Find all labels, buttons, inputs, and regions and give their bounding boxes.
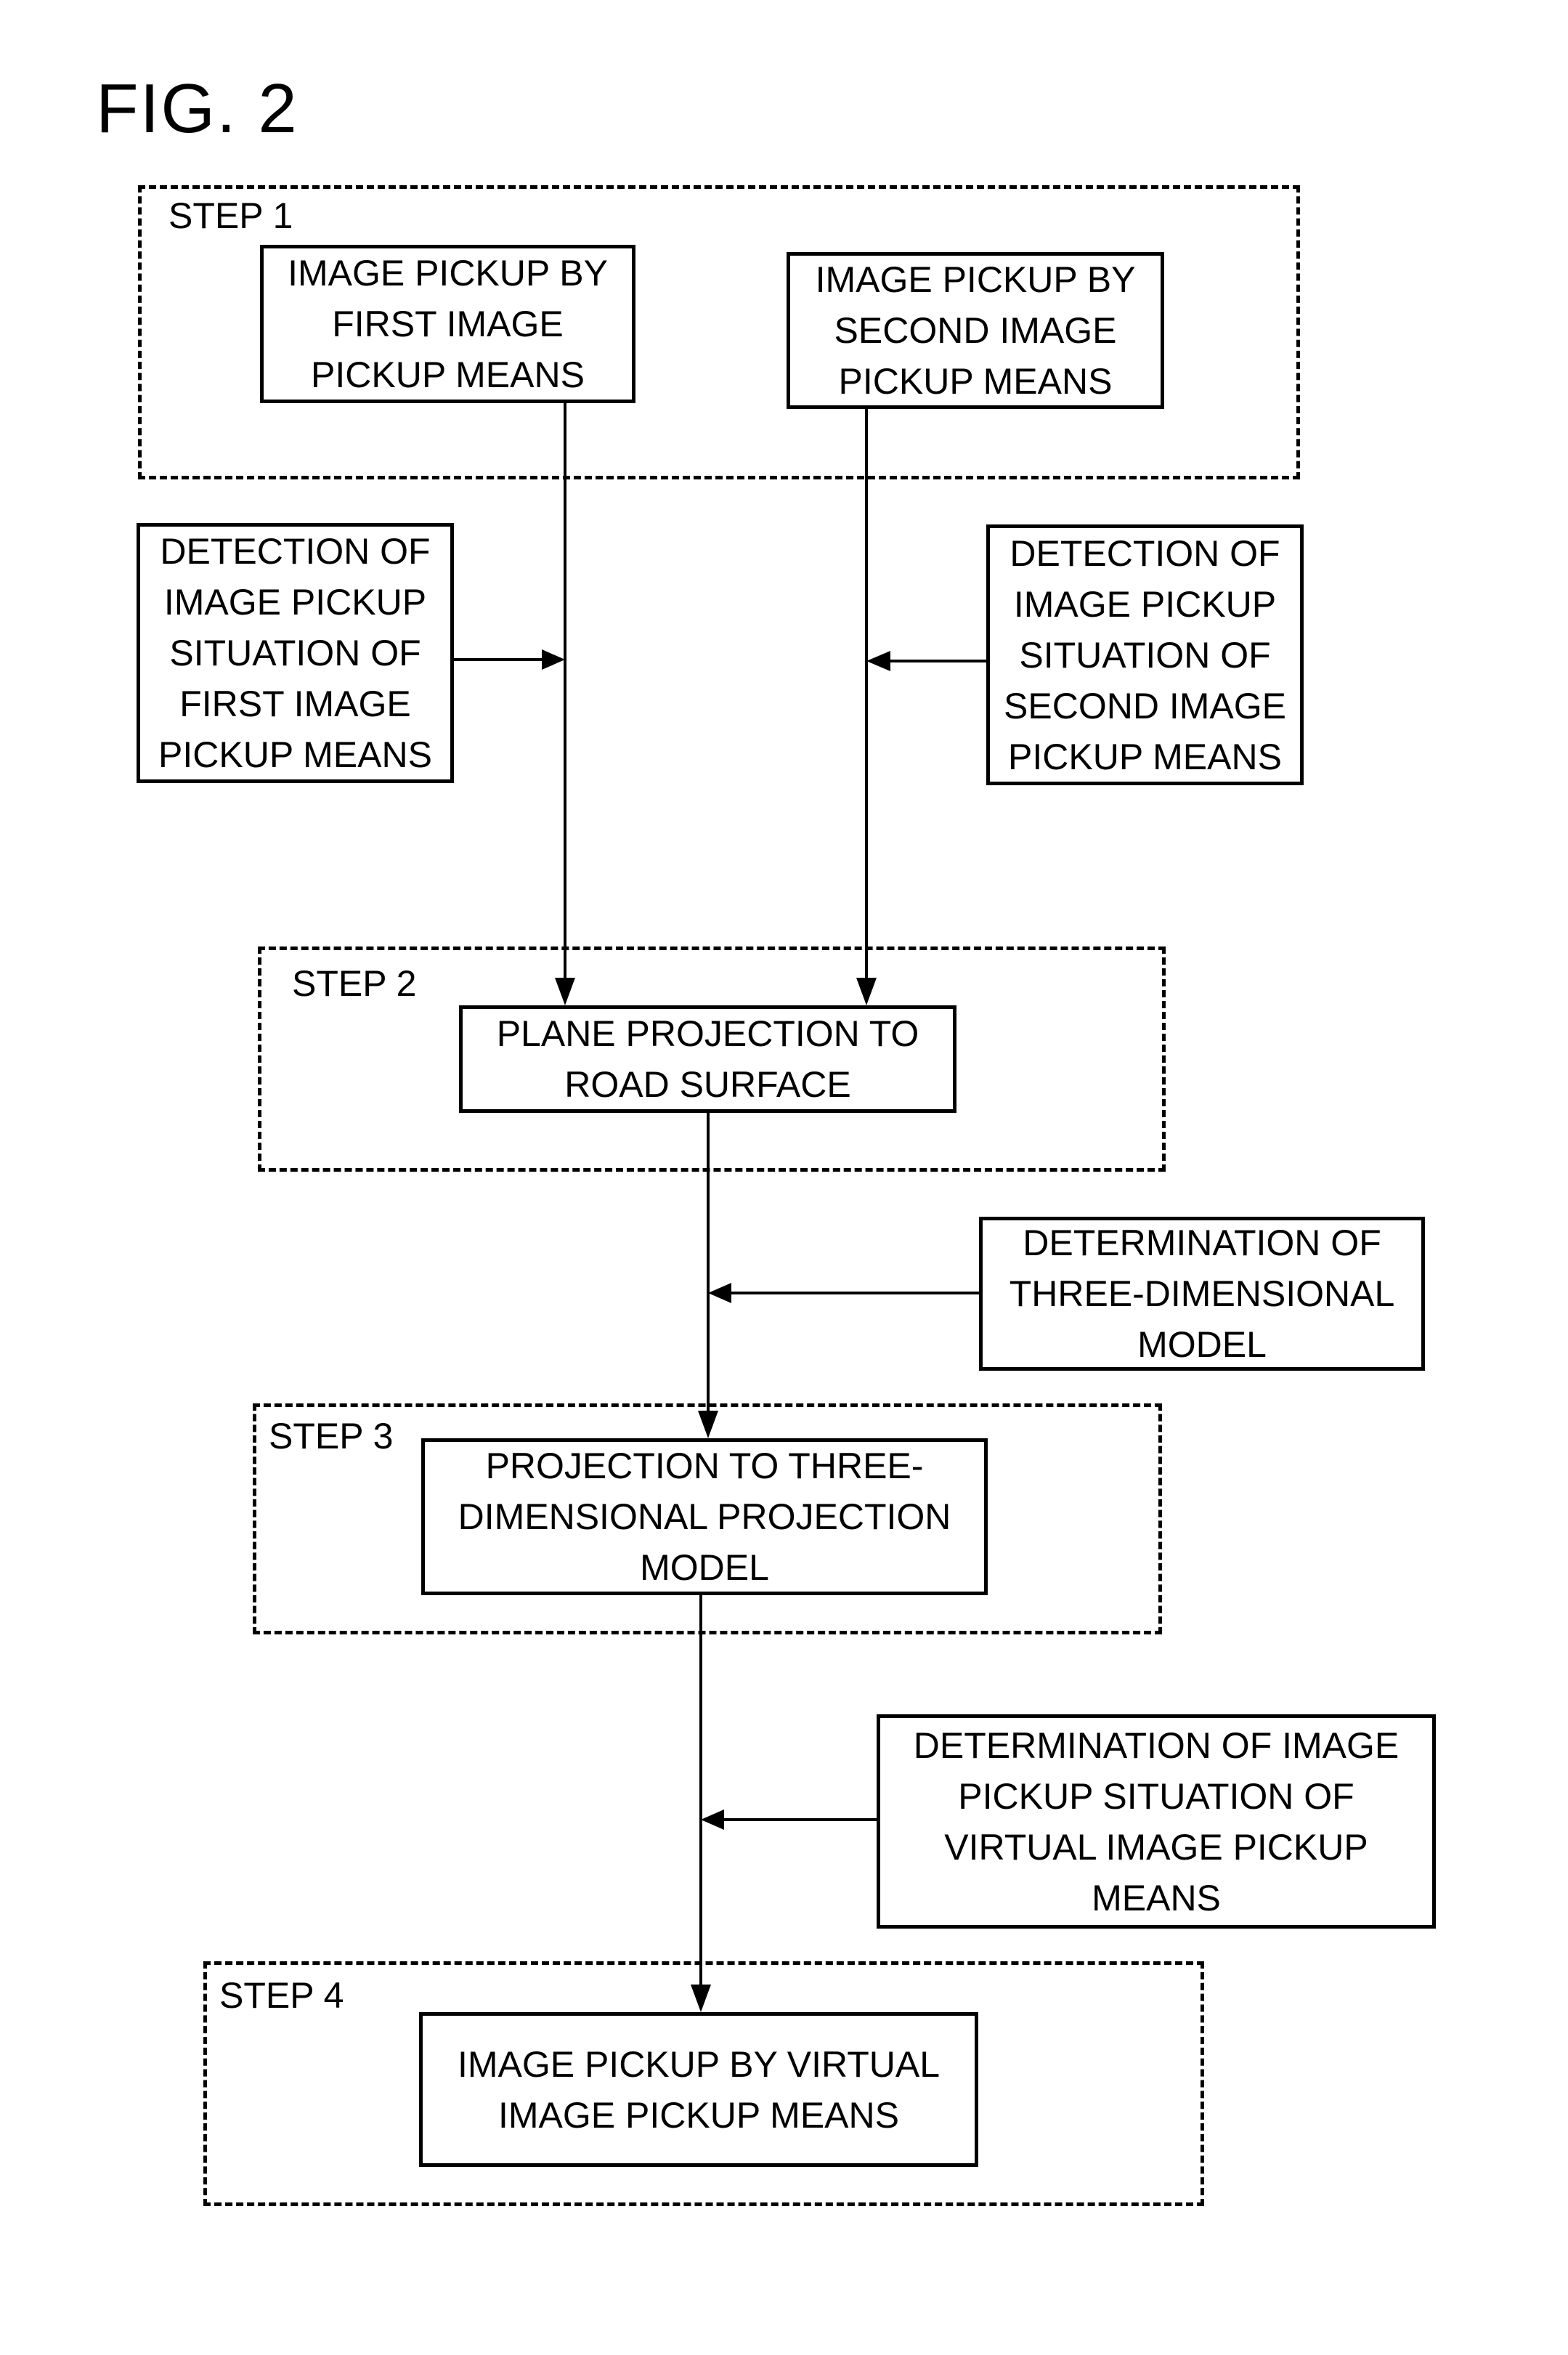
second-image-pickup-box: IMAGE PICKUP BY SECOND IMAGE PICKUP MEAN… [787,252,1164,409]
figure-title: FIG. 2 [96,70,298,147]
step-3-label: STEP 3 [269,1416,394,1456]
virtual-image-pickup-box: IMAGE PICKUP BY VIRTUAL IMAGE PICKUP MEA… [419,2012,978,2167]
detect-second-situation-text: DETECTION OF IMAGE PICKUP SITUATION OF S… [1004,532,1286,777]
determine-3d-model-text: DETERMINATION OF THREE-DIMENSIONAL MODEL [1009,1223,1395,1365]
arrowhead-detect-first [542,649,565,670]
plane-projection-text: PLANE PROJECTION TO ROAD SURFACE [496,1013,919,1105]
arrowhead-determine-3d [708,1283,731,1303]
determine-virtual-situation-text: DETERMINATION OF IMAGE PICKUP SITUATION … [913,1724,1400,1918]
first-image-pickup-text: IMAGE PICKUP BY FIRST IMAGE PICKUP MEANS [288,253,608,395]
projection-3d-model-box: PROJECTION TO THREE- DIMENSIONAL PROJECT… [421,1438,988,1595]
step-1-label: STEP 1 [168,195,293,236]
virtual-image-pickup-text: IMAGE PICKUP BY VIRTUAL IMAGE PICKUP MEA… [457,2043,941,2136]
arrowhead-detect-second [866,651,890,671]
determine-3d-model-box: DETERMINATION OF THREE-DIMENSIONAL MODEL [979,1217,1425,1371]
step-4-label: STEP 4 [219,1975,344,2016]
first-image-pickup-box: IMAGE PICKUP BY FIRST IMAGE PICKUP MEANS [260,245,635,403]
step-2-label: STEP 2 [292,963,417,1004]
detect-first-situation-box: DETECTION OF IMAGE PICKUP SITUATION OF F… [137,523,454,783]
arrowhead-determine-virtual [701,1809,724,1830]
determine-virtual-situation-box: DETERMINATION OF IMAGE PICKUP SITUATION … [877,1714,1436,1929]
detect-second-situation-box: DETECTION OF IMAGE PICKUP SITUATION OF S… [986,524,1304,785]
detect-first-situation-text: DETECTION OF IMAGE PICKUP SITUATION OF F… [158,531,432,775]
plane-projection-box: PLANE PROJECTION TO ROAD SURFACE [459,1005,956,1113]
projection-3d-model-text: PROJECTION TO THREE- DIMENSIONAL PROJECT… [458,1446,951,1588]
second-image-pickup-text: IMAGE PICKUP BY SECOND IMAGE PICKUP MEAN… [815,259,1136,402]
